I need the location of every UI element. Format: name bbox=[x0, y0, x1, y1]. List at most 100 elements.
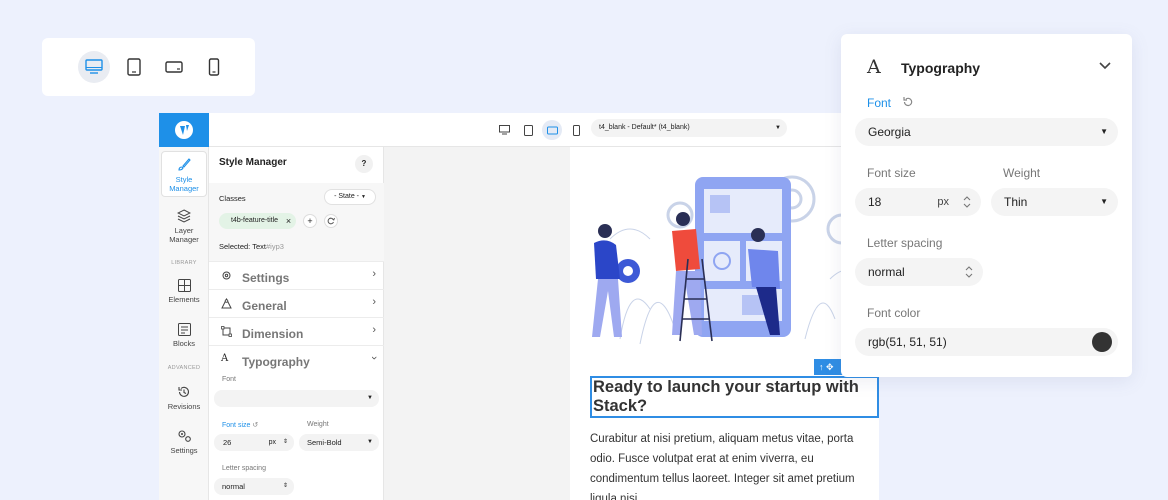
section-dimension[interactable]: Dimension › bbox=[209, 317, 384, 345]
canvas-body-text[interactable]: Curabitur at nisi pretium, aliquam metus… bbox=[590, 429, 875, 500]
move-icon[interactable]: ✥ bbox=[826, 362, 834, 372]
letter-spacing-value: normal bbox=[868, 265, 905, 279]
brush-icon bbox=[178, 158, 191, 171]
weight-select-value: Thin bbox=[1004, 195, 1028, 209]
section-general-label: General bbox=[242, 299, 287, 313]
font-size-value: 18 bbox=[868, 195, 882, 209]
plus-icon: + bbox=[307, 216, 313, 226]
font-size-unit: px bbox=[937, 196, 949, 208]
sync-class-button[interactable] bbox=[324, 214, 338, 228]
font-label: Font bbox=[222, 376, 237, 383]
editor-window: t4_blank - Default* (t4_blank) ▼ Style M… bbox=[159, 113, 879, 500]
logo-icon bbox=[175, 121, 193, 139]
weight-label: Weight bbox=[1003, 166, 1041, 180]
app-logo[interactable] bbox=[159, 113, 209, 147]
section-typography[interactable]: A Typography › bbox=[209, 345, 384, 373]
stepper-icon[interactable]: ⇕ bbox=[283, 434, 288, 451]
font-color-label: Font color bbox=[867, 306, 921, 320]
icon-rail: Style Manager Layer Manager LIBRARY Elem… bbox=[159, 147, 209, 500]
font-label: Font bbox=[867, 96, 914, 110]
editor-canvas: ↑ ✥ Ready to launch your startup with St… bbox=[384, 147, 879, 500]
rail-library-section: LIBRARY bbox=[171, 260, 197, 266]
font-color-input[interactable]: rgb(51, 51, 51) bbox=[855, 328, 1118, 356]
caret-down-icon: ▼ bbox=[775, 125, 781, 131]
arrow-up-icon[interactable]: ↑ bbox=[819, 362, 824, 372]
typography-icon: A bbox=[867, 56, 881, 78]
add-class-button[interactable]: + bbox=[303, 214, 317, 228]
color-swatch[interactable] bbox=[1092, 332, 1112, 352]
reset-icon[interactable]: ↺ bbox=[252, 422, 258, 429]
topbar-desktop-button[interactable] bbox=[494, 120, 514, 140]
font-select-value: Georgia bbox=[868, 125, 911, 139]
class-tag[interactable]: t4b-feature-title × bbox=[219, 213, 297, 229]
font-size-label: Font size bbox=[867, 166, 916, 180]
tablet-icon bbox=[127, 58, 141, 76]
selected-element-label: Selected: Text#iyp3 bbox=[219, 242, 284, 251]
rail-revisions-label: Revisions bbox=[167, 402, 201, 411]
rail-elements[interactable]: Elements bbox=[161, 279, 207, 309]
close-icon[interactable]: × bbox=[286, 213, 291, 229]
caret-down-icon: ▼ bbox=[360, 194, 366, 200]
section-typography-label: Typography bbox=[242, 355, 310, 369]
stepper-icon[interactable]: ⇕ bbox=[283, 478, 288, 495]
selection-toolbar[interactable]: ↑ ✥ bbox=[814, 359, 844, 375]
section-general[interactable]: General › bbox=[209, 289, 384, 317]
theme-select-value: t4_blank - Default* (t4_blank) bbox=[599, 124, 690, 131]
tablet-icon bbox=[523, 124, 533, 136]
letter-spacing-value: normal bbox=[222, 482, 245, 491]
help-button[interactable]: ? bbox=[355, 155, 373, 173]
desktop-view-button[interactable] bbox=[78, 51, 110, 83]
stepper-icon[interactable] bbox=[965, 265, 973, 279]
layers-icon bbox=[177, 209, 191, 223]
desktop-icon bbox=[498, 125, 510, 135]
font-size-unit: px bbox=[268, 439, 276, 446]
canvas-heading[interactable]: Ready to launch your startup with Stack? bbox=[590, 376, 879, 418]
chevron-down-icon: › bbox=[368, 356, 381, 360]
caret-down-icon: ▼ bbox=[1100, 127, 1108, 136]
font-size-input[interactable]: 18 px bbox=[855, 188, 981, 216]
rail-elements-label: Elements bbox=[168, 295, 200, 304]
history-icon bbox=[178, 386, 190, 397]
font-select[interactable]: ▼ bbox=[214, 390, 379, 407]
rail-layer-manager[interactable]: Layer Manager bbox=[161, 207, 207, 247]
chevron-right-icon: › bbox=[372, 268, 376, 280]
rail-revisions[interactable]: Revisions bbox=[161, 385, 207, 415]
topbar-tablet-button[interactable] bbox=[518, 120, 538, 140]
rail-style-manager-label: Style Manager bbox=[169, 175, 199, 193]
mobile-view-button[interactable] bbox=[198, 51, 230, 83]
rail-style-manager[interactable]: Style Manager bbox=[161, 151, 207, 197]
weight-select-value: Semi-Bold bbox=[307, 438, 342, 447]
caret-down-icon: ▼ bbox=[367, 439, 373, 445]
letter-spacing-label: Letter spacing bbox=[222, 465, 266, 472]
font-select[interactable]: Georgia ▼ bbox=[855, 118, 1118, 146]
tablet-view-button[interactable] bbox=[118, 51, 150, 83]
section-settings-label: Settings bbox=[242, 271, 290, 285]
weight-select[interactable]: Semi-Bold ▼ bbox=[299, 434, 379, 451]
letter-spacing-select[interactable]: normal bbox=[855, 258, 983, 286]
rail-blocks[interactable]: Blocks bbox=[161, 323, 207, 353]
font-label-text: Font bbox=[867, 96, 892, 110]
stepper-icon[interactable] bbox=[963, 195, 971, 209]
font-size-input[interactable]: 26 px ⇕ bbox=[214, 434, 294, 451]
reset-icon[interactable] bbox=[902, 96, 914, 108]
device-toolbar bbox=[42, 38, 255, 96]
rail-settings[interactable]: Settings bbox=[161, 429, 207, 459]
selected-label: Selected: Text bbox=[219, 242, 266, 251]
settings-icon bbox=[177, 430, 191, 442]
weight-select[interactable]: Thin ▼ bbox=[991, 188, 1118, 216]
section-dimension-label: Dimension bbox=[242, 327, 304, 341]
state-select[interactable]: - State - ▼ bbox=[324, 189, 376, 205]
letter-spacing-select[interactable]: normal ⇕ bbox=[214, 478, 294, 495]
chevron-down-icon[interactable] bbox=[1098, 58, 1112, 72]
selected-id: #iyp3 bbox=[265, 242, 284, 251]
tablet-landscape-icon bbox=[165, 61, 183, 73]
theme-select[interactable]: t4_blank - Default* (t4_blank) ▼ bbox=[591, 119, 787, 137]
section-settings[interactable]: Settings › bbox=[209, 261, 384, 289]
page-preview: ↑ ✥ Ready to launch your startup with St… bbox=[570, 147, 879, 500]
rail-advanced-section: ADVANCED bbox=[167, 365, 201, 371]
typography-panel: A Typography Font Georgia ▼ Font size 18… bbox=[841, 34, 1132, 377]
topbar-tablet-landscape-button[interactable] bbox=[542, 120, 562, 140]
topbar-mobile-button[interactable] bbox=[566, 120, 586, 140]
letter-spacing-label: Letter spacing bbox=[867, 236, 943, 250]
tablet-landscape-view-button[interactable] bbox=[158, 51, 190, 83]
